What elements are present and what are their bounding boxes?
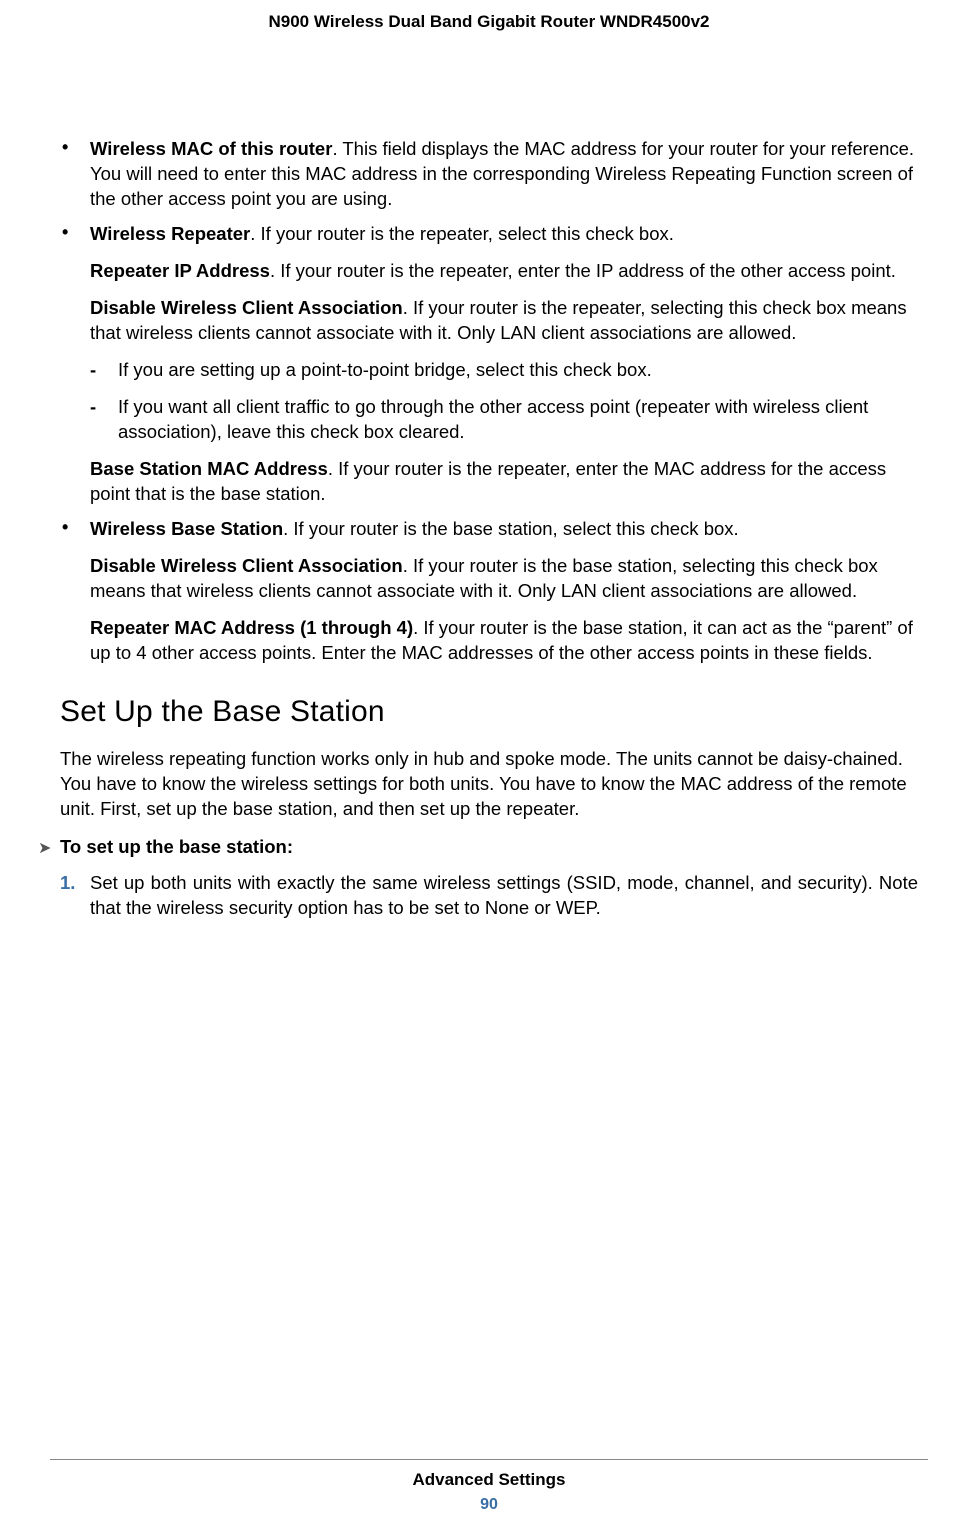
sub-lead: Disable Wireless Client Association (90, 555, 403, 576)
dash-marker-icon: - (90, 358, 118, 383)
footer-page-number: 90 (50, 1496, 928, 1514)
bullet-marker-icon: • (60, 517, 90, 666)
sub-lead: Repeater MAC Address (1 through 4) (90, 617, 413, 638)
step-number: 1. (60, 871, 90, 921)
sub-paragraph: Disable Wireless Client Association. If … (90, 554, 918, 604)
section-intro: The wireless repeating function works on… (60, 747, 918, 822)
page-header: N900 Wireless Dual Band Gigabit Router W… (0, 0, 978, 32)
dash-marker-icon: - (90, 395, 118, 445)
bullet-body: Wireless Repeater. If your router is the… (90, 222, 918, 507)
sub-lead: Disable Wireless Client Association (90, 297, 403, 318)
sub-lead: Repeater IP Address (90, 260, 270, 281)
sub-paragraph: Disable Wireless Client Association. If … (90, 296, 918, 346)
bullet-text: . If your router is the repeater, select… (250, 223, 674, 244)
bullet-lead: Wireless MAC of this router (90, 138, 332, 159)
step-text: Set up both units with exactly the same … (90, 871, 918, 921)
dash-text: If you want all client traffic to go thr… (118, 395, 918, 445)
bullet-marker-icon: • (60, 222, 90, 507)
page-footer: Advanced Settings 90 (50, 1459, 928, 1514)
bullet-body: Wireless MAC of this router. This field … (90, 137, 918, 212)
bullet-item: • Wireless MAC of this router. This fiel… (60, 137, 918, 212)
bullet-text: . If your router is the base station, se… (283, 518, 739, 539)
sub-lead: Base Station MAC Address (90, 458, 328, 479)
step-item: 1. Set up both units with exactly the sa… (60, 871, 918, 921)
bullet-item: • Wireless Repeater. If your router is t… (60, 222, 918, 507)
bullet-body: Wireless Base Station. If your router is… (90, 517, 918, 666)
page-content: • Wireless MAC of this router. This fiel… (0, 32, 978, 921)
procedure-title: To set up the base station: (60, 836, 293, 858)
dash-item: - If you want all client traffic to go t… (90, 395, 918, 445)
bullet-marker-icon: • (60, 137, 90, 212)
sub-paragraph: Repeater IP Address. If your router is t… (90, 259, 918, 284)
footer-section-title: Advanced Settings (50, 1470, 928, 1490)
bullet-lead: Wireless Base Station (90, 518, 283, 539)
sub-paragraph: Repeater MAC Address (1 through 4). If y… (90, 616, 918, 666)
bullet-lead: Wireless Repeater (90, 223, 250, 244)
procedure-heading: ➤ To set up the base station: (38, 836, 918, 858)
bullet-item: • Wireless Base Station. If your router … (60, 517, 918, 666)
arrow-glyph: ➤ (38, 840, 51, 857)
arrow-icon: ➤ (38, 839, 60, 858)
section-heading: Set Up the Base Station (60, 695, 918, 729)
dash-text: If you are setting up a point-to-point b… (118, 358, 918, 383)
sub-text: . If your router is the repeater, enter … (270, 260, 896, 281)
sub-paragraph: Base Station MAC Address. If your router… (90, 457, 918, 507)
dash-item: - If you are setting up a point-to-point… (90, 358, 918, 383)
